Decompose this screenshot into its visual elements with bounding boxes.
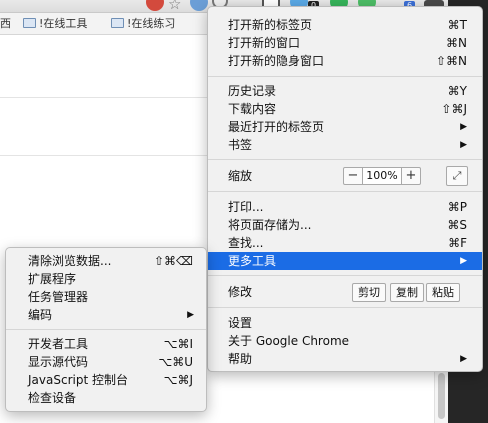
shortcut: ⌘Y <box>447 84 467 98</box>
chrome-main-menu: 打开新的标签页 ⌘T 打开新的窗口 ⌘N 打开新的隐身窗口 ⇧⌘N 历史记录 ⌘… <box>207 6 483 372</box>
menu-item-help[interactable]: 帮助 ▶ <box>208 350 482 368</box>
extension-red-icon[interactable] <box>146 0 164 11</box>
shortcut: ⌘N <box>446 36 467 50</box>
bookmark-folder[interactable]: !在线练习 <box>111 16 175 32</box>
menu-separator <box>208 307 482 308</box>
extension-blue-icon[interactable] <box>190 0 208 11</box>
shortcut: ⌥⌘I <box>163 337 193 351</box>
zoom-level: 100% <box>362 168 402 184</box>
copy-button[interactable]: 复制 <box>390 283 424 302</box>
shortcut: ⌘F <box>448 236 467 250</box>
submenu-arrow-icon: ▶ <box>460 354 467 364</box>
menu-item-label: 更多工具 <box>228 254 277 268</box>
menu-item-label: 打开新的标签页 <box>228 18 313 32</box>
menu-item-view-source[interactable]: 显示源代码 ⌥⌘U <box>6 353 206 371</box>
menu-item-label: 关于 Google Chrome <box>228 334 350 348</box>
menu-item-label: 帮助 <box>228 352 253 366</box>
shortcut: ⌘S <box>447 218 467 232</box>
submenu-arrow-icon: ▶ <box>460 140 467 150</box>
menu-item-label: 查找... <box>228 236 264 250</box>
fullscreen-button[interactable]: ⤢ <box>446 166 468 186</box>
menu-item-save-as[interactable]: 将页面存储为... ⌘S <box>208 216 482 234</box>
menu-item-label: 修改 <box>228 285 253 299</box>
shortcut: ⇧⌘J <box>441 102 467 116</box>
menu-item-task-manager[interactable]: 任务管理器 <box>6 288 206 306</box>
zoom-row: 缩放 − 100% + ⤢ <box>208 164 482 188</box>
menu-item-javascript-console[interactable]: JavaScript 控制台 ⌥⌘J <box>6 371 206 389</box>
zoom-control: − 100% + <box>343 167 421 185</box>
edit-row: 修改 剪切 复制 粘贴 <box>208 280 482 304</box>
menu-item-more-tools[interactable]: 更多工具 ▶ <box>208 252 482 270</box>
menu-item-bookmarks[interactable]: 书签 ▶ <box>208 136 482 154</box>
paste-button[interactable]: 粘贴 <box>426 283 460 302</box>
menu-separator <box>6 329 206 330</box>
menu-item-label: 编码 <box>28 308 53 322</box>
menu-item-downloads[interactable]: 下载内容 ⇧⌘J <box>208 100 482 118</box>
menu-separator <box>208 191 482 192</box>
submenu-arrow-icon: ▶ <box>460 256 467 266</box>
menu-item-new-window[interactable]: 打开新的窗口 ⌘N <box>208 34 482 52</box>
bookmark-label: !在线工具 <box>39 17 88 30</box>
folder-icon <box>23 18 36 28</box>
menu-item-extensions[interactable]: 扩展程序 <box>6 270 206 288</box>
bookmark-item[interactable]: 西 <box>0 16 11 32</box>
menu-item-new-tab[interactable]: 打开新的标签页 ⌘T <box>208 16 482 34</box>
submenu-arrow-icon: ▶ <box>187 310 194 320</box>
bookmark-label: 西 <box>0 17 11 30</box>
menu-separator <box>208 76 482 77</box>
menu-item-label: 缩放 <box>228 169 253 183</box>
more-tools-submenu: 清除浏览数据... ⇧⌘⌫ 扩展程序 任务管理器 编码 ▶ 开发者工具 ⌥⌘I … <box>5 247 207 412</box>
menu-item-settings[interactable]: 设置 <box>208 314 482 332</box>
folder-icon <box>111 18 124 28</box>
menu-item-new-incognito[interactable]: 打开新的隐身窗口 ⇧⌘N <box>208 52 482 70</box>
menu-item-label: 清除浏览数据... <box>28 254 112 268</box>
menu-item-label: 打开新的窗口 <box>228 36 301 50</box>
menu-item-label: 开发者工具 <box>28 337 89 351</box>
shortcut: ⇧⌘N <box>435 54 467 68</box>
menu-item-label: 设置 <box>228 316 253 330</box>
menu-item-label: 下载内容 <box>228 102 277 116</box>
menu-item-label: 扩展程序 <box>28 272 77 286</box>
shortcut: ⇧⌘⌫ <box>153 254 193 268</box>
menu-item-history[interactable]: 历史记录 ⌘Y <box>208 82 482 100</box>
menu-item-encoding[interactable]: 编码 ▶ <box>6 306 206 324</box>
bookmark-folder[interactable]: !在线工具 <box>23 16 87 32</box>
zoom-out-button[interactable]: − <box>344 168 362 184</box>
menu-item-label: 打印... <box>228 200 264 214</box>
menu-item-recent-tabs[interactable]: 最近打开的标签页 ▶ <box>208 118 482 136</box>
shortcut: ⌘T <box>447 18 467 32</box>
menu-item-find[interactable]: 查找... ⌘F <box>208 234 482 252</box>
bookmark-label: !在线练习 <box>127 17 176 30</box>
cut-button[interactable]: 剪切 <box>352 283 386 302</box>
menu-separator <box>208 275 482 276</box>
bookmark-star-icon[interactable]: ☆ <box>168 0 181 12</box>
menu-item-developer-tools[interactable]: 开发者工具 ⌥⌘I <box>6 335 206 353</box>
menu-item-label: 历史记录 <box>228 84 277 98</box>
menu-item-clear-browsing-data[interactable]: 清除浏览数据... ⇧⌘⌫ <box>6 252 206 270</box>
menu-item-label: 任务管理器 <box>28 290 89 304</box>
menu-item-label: 将页面存储为... <box>228 218 312 232</box>
menu-item-label: 书签 <box>228 138 253 152</box>
menu-item-about[interactable]: 关于 Google Chrome <box>208 332 482 350</box>
menu-item-label: 检查设备 <box>28 391 77 405</box>
menu-item-label: 最近打开的标签页 <box>228 120 325 134</box>
shortcut: ⌥⌘U <box>158 355 193 369</box>
menu-item-label: 打开新的隐身窗口 <box>228 54 325 68</box>
edit-buttons: 剪切 复制 粘贴 <box>352 283 461 302</box>
submenu-arrow-icon: ▶ <box>460 122 467 132</box>
menu-item-label: 显示源代码 <box>28 355 89 369</box>
menu-item-inspect-devices[interactable]: 检查设备 <box>6 389 206 407</box>
shortcut: ⌘P <box>447 200 467 214</box>
menu-separator <box>208 159 482 160</box>
menu-item-label: JavaScript 控制台 <box>28 373 128 387</box>
menu-item-print[interactable]: 打印... ⌘P <box>208 198 482 216</box>
scrollbar-thumb[interactable] <box>438 373 445 419</box>
zoom-in-button[interactable]: + <box>402 168 420 184</box>
shortcut: ⌥⌘J <box>163 373 193 387</box>
